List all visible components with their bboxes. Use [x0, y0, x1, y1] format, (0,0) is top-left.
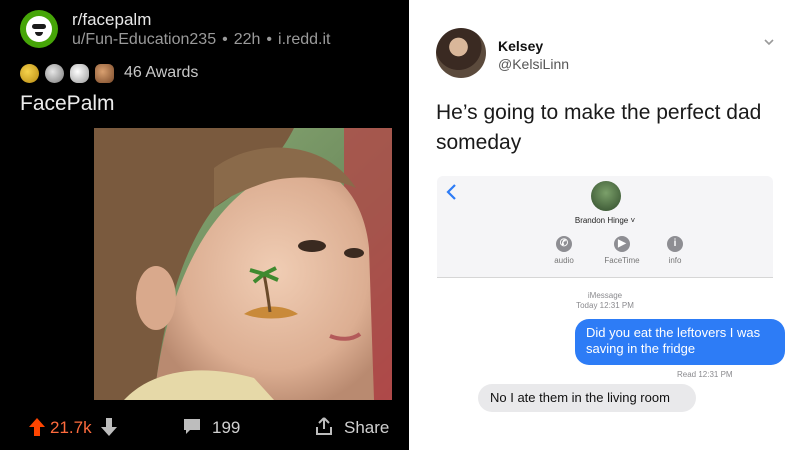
tweet-author-handle[interactable]: @KelsiLinn — [498, 56, 569, 72]
read-receipt: Read 12:31 PM — [677, 370, 733, 379]
facetime-label: FaceTime — [604, 256, 640, 265]
subreddit-icon[interactable] — [20, 10, 58, 48]
chevron-down-icon[interactable] — [763, 36, 775, 48]
upvote-icon[interactable] — [28, 417, 46, 437]
audio-label: audio — [554, 256, 574, 265]
imessage-header: Brandon Hinge ˅ ✆ audio ▶ FaceTime i inf… — [437, 176, 773, 278]
timestamp-label: Today 12:31 PM — [576, 301, 634, 310]
subreddit-name[interactable]: r/facepalm — [72, 10, 151, 30]
contact-name[interactable]: Brandon Hinge ˅ — [437, 216, 773, 225]
award-icon — [70, 63, 89, 83]
back-chevron-icon[interactable] — [445, 184, 457, 200]
downvote-icon[interactable] — [100, 417, 118, 437]
award-icon — [20, 63, 39, 83]
comment-icon[interactable] — [182, 418, 202, 436]
contact-avatar[interactable] — [591, 181, 621, 211]
tweet-text: He’s going to make the perfect dad somed… — [436, 101, 762, 154]
imessage-screenshot: Brandon Hinge ˅ ✆ audio ▶ FaceTime i inf… — [437, 176, 785, 420]
message-timestamp: iMessage Today 12:31 PM — [437, 291, 773, 311]
info-label: info — [668, 256, 682, 265]
post-age: 22h — [233, 31, 261, 48]
facetime-button[interactable]: ▶ FaceTime — [592, 236, 652, 265]
post-domain[interactable]: i.redd.it — [278, 31, 330, 48]
service-label: iMessage — [587, 291, 623, 300]
post-image[interactable] — [94, 128, 392, 400]
awards-count: 46 Awards — [124, 64, 199, 81]
received-message-bubble[interactable]: No I ate them in the living room — [478, 384, 696, 412]
award-icon — [95, 63, 114, 83]
awards-row[interactable]: 46 Awards — [20, 63, 198, 83]
post-score: 21.7k — [50, 418, 92, 437]
award-icon — [45, 63, 64, 83]
post-meta: u/Fun-Education235 • 22h • i.redd.it — [72, 31, 331, 48]
share-button[interactable]: Share — [344, 418, 389, 438]
post-title[interactable]: FacePalm — [20, 92, 115, 116]
share-icon[interactable] — [314, 416, 334, 436]
reddit-post: r/facepalm u/Fun-Education235 • 22h • i.redd… — [0, 0, 409, 450]
tweet: Kelsey @KelsiLinn He’s going to make the… — [409, 0, 800, 450]
sent-message-bubble[interactable]: Did you eat the leftovers I was saving i… — [575, 319, 785, 365]
girl-face-paint-photo — [94, 128, 392, 400]
info-button[interactable]: i info — [645, 236, 705, 265]
video-icon: ▶ — [614, 236, 630, 252]
phone-icon: ✆ — [556, 236, 572, 252]
info-icon: i — [667, 236, 683, 252]
comment-count[interactable]: 199 — [212, 418, 240, 438]
post-author[interactable]: u/Fun-Education235 — [72, 31, 216, 48]
avatar[interactable] — [436, 28, 486, 78]
post-actions: 21.7k 199 Share — [0, 410, 409, 444]
tweet-author-name[interactable]: Kelsey — [498, 38, 543, 54]
audio-button[interactable]: ✆ audio — [534, 236, 594, 265]
